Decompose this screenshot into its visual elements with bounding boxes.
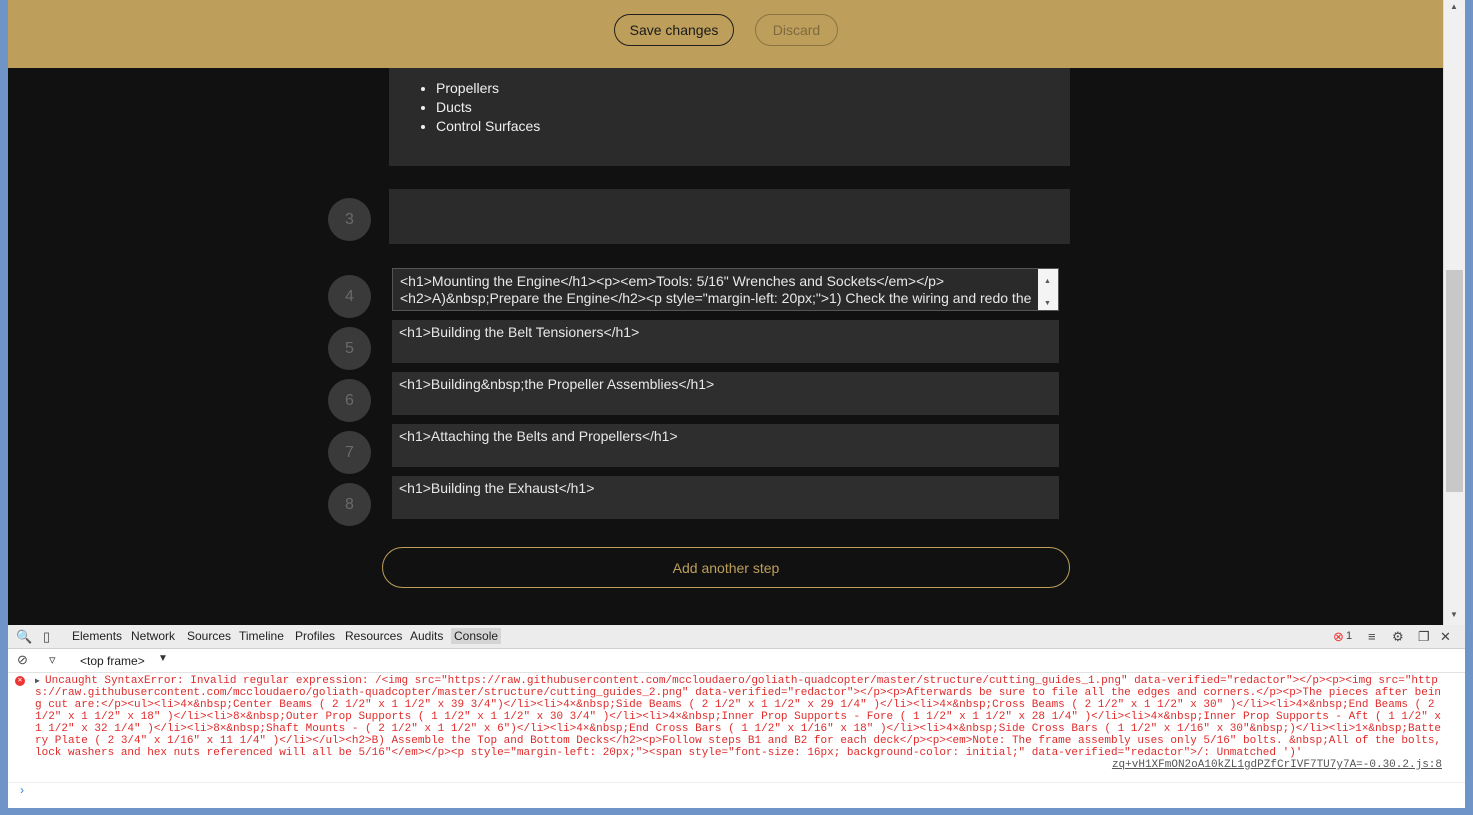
page-scrollbar[interactable]: ▲ ▼ [1443, 0, 1465, 625]
step-6-html-editor[interactable]: <h1>Building&nbsp;the Propeller Assembli… [392, 372, 1059, 415]
gear-icon[interactable]: ⚙ [1392, 629, 1404, 645]
step-5-html-editor[interactable]: <h1>Building the Belt Tensioners</h1> [392, 320, 1059, 363]
search-icon[interactable]: 🔍 [16, 629, 32, 645]
console-toolbar: ⊘ ▿ <top frame> ▼ [8, 649, 1465, 673]
tab-network[interactable]: Network [131, 629, 175, 643]
step-8-html-editor[interactable]: <h1>Building the Exhaust</h1> [392, 476, 1059, 519]
scroll-down-icon[interactable]: ▼ [1450, 610, 1458, 619]
clear-console-icon[interactable]: ⊘ [17, 652, 28, 668]
tab-sources[interactable]: Sources [187, 629, 231, 643]
tab-console[interactable]: Console [451, 628, 502, 644]
tab-audits[interactable]: Audits [410, 629, 443, 643]
devtools-panel: 🔍 ▯ Elements Network Sources Timeline Pr… [8, 625, 1465, 808]
tab-elements[interactable]: Elements [72, 629, 122, 643]
frame-selector[interactable]: <top frame> [80, 654, 145, 668]
tab-resources[interactable]: Resources [345, 629, 402, 643]
step-number-4: 4 [328, 275, 371, 318]
list-item: Control Surfaces [436, 117, 540, 136]
list-item: Propellers [436, 79, 540, 98]
tab-timeline[interactable]: Timeline [239, 629, 284, 643]
device-mode-icon[interactable]: ▯ [43, 629, 50, 645]
editor-line: <h1>Mounting the Engine</h1><p><em>Tools… [400, 273, 945, 289]
dock-icon[interactable]: ❐ [1418, 629, 1430, 645]
error-source-link[interactable]: zq+vH1XFmON2oA10kZL1gdPZfCrIVF7TU7y7A=-0… [1112, 759, 1442, 771]
step-number-6: 6 [328, 379, 371, 422]
parts-list: Propellers Ducts Control Surfaces [436, 79, 540, 136]
steps-editor: Propellers Ducts Control Surfaces 3 4 <h… [8, 68, 1443, 625]
devtools-tabbar: 🔍 ▯ Elements Network Sources Timeline Pr… [8, 625, 1465, 649]
step-number-3: 3 [328, 198, 371, 241]
step-3-editor[interactable] [389, 189, 1070, 244]
console-error-message: Uncaught SyntaxError: Invalid regular ex… [35, 675, 1448, 759]
scroll-up-icon[interactable]: ▲ [1044, 273, 1051, 290]
console-prompt[interactable]: › [20, 783, 24, 797]
step-4-html-editor[interactable]: <h1>Mounting the Engine</h1><p><em>Tools… [392, 268, 1059, 311]
step-number-8: 8 [328, 483, 371, 526]
filter-icon[interactable]: ▿ [49, 652, 56, 668]
save-changes-button[interactable]: Save changes [614, 14, 734, 46]
save-bar: Save changes Discard [8, 0, 1443, 68]
add-step-button[interactable]: Add another step [382, 547, 1070, 588]
step-number-5: 5 [328, 327, 371, 370]
chevron-down-icon[interactable]: ▼ [158, 653, 168, 664]
browser-viewport: Save changes Discard Propellers Ducts Co… [8, 0, 1465, 808]
error-count-icon[interactable]: ⊗ [1333, 629, 1344, 645]
list-item: Ducts [436, 98, 540, 117]
console-output: ✕ ▶ Uncaught SyntaxError: Invalid regula… [8, 673, 1465, 783]
tab-profiles[interactable]: Profiles [295, 629, 335, 643]
step-7-html-editor[interactable]: <h1>Attaching the Belts and Propellers</… [392, 424, 1059, 467]
scroll-down-icon[interactable]: ▼ [1044, 295, 1051, 310]
discard-button[interactable]: Discard [755, 14, 838, 46]
scroll-up-icon[interactable]: ▲ [1450, 2, 1458, 11]
close-icon[interactable]: ✕ [1440, 629, 1451, 645]
editor-line: <h2>A)&nbsp;Prepare the Engine</h2><p st… [400, 290, 1032, 306]
scrollbar-thumb[interactable] [1446, 270, 1463, 492]
drawer-icon[interactable]: ≡ [1368, 629, 1376, 644]
error-icon: ✕ [15, 676, 25, 686]
editor-scrollbar[interactable]: ▲ ▼ [1038, 269, 1058, 310]
step-2-content-card[interactable]: Propellers Ducts Control Surfaces [389, 68, 1070, 166]
error-count[interactable]: 1 [1346, 630, 1352, 642]
step-number-7: 7 [328, 431, 371, 474]
